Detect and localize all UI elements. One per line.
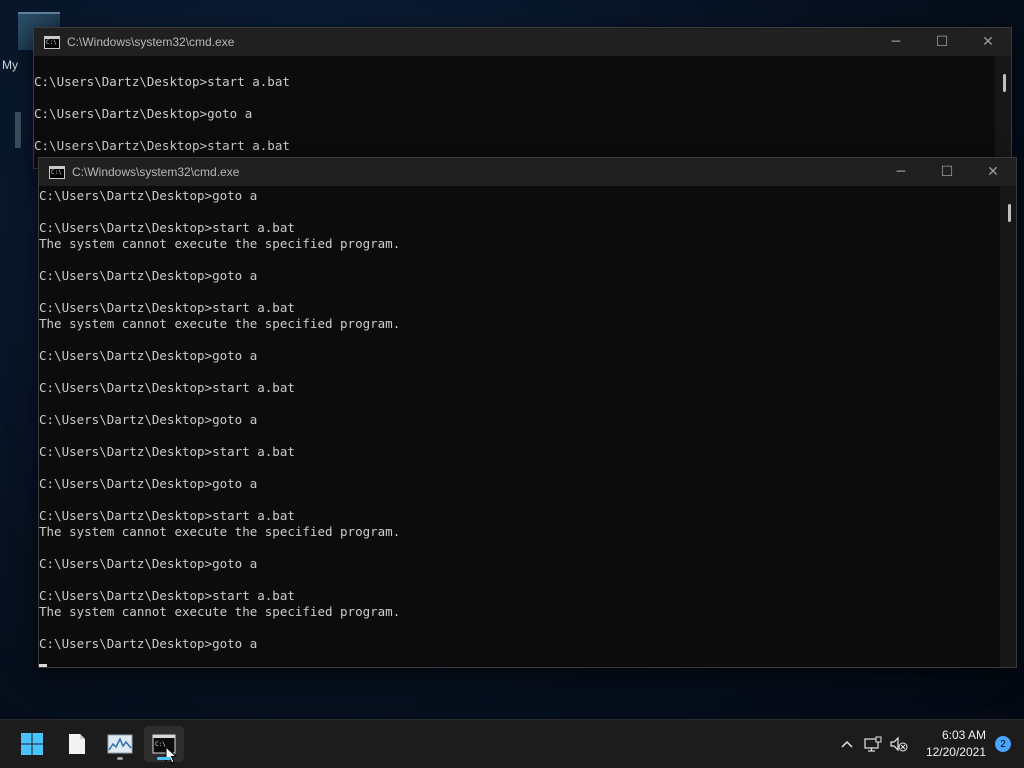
- scrollbar[interactable]: [1000, 186, 1016, 667]
- console-line: C:\Users\Dartz\Desktop>start a.bat: [34, 138, 290, 153]
- mouse-cursor-icon: [165, 746, 177, 764]
- network-icon: [864, 736, 882, 752]
- console-line: The system cannot execute the specified …: [39, 236, 401, 251]
- console-line: C:\Users\Dartz\Desktop>goto a: [39, 348, 258, 363]
- volume-button[interactable]: [886, 720, 912, 768]
- performance-monitor-icon: [107, 734, 133, 754]
- console-line: C:\Users\Dartz\Desktop>goto a: [39, 476, 258, 491]
- scrollbar[interactable]: [995, 56, 1011, 168]
- console-line: C:\Users\Dartz\Desktop>start a.bat: [39, 588, 295, 603]
- chevron-up-icon: [841, 740, 853, 748]
- console-output[interactable]: C:\Users\Dartz\Desktop>goto a C:\Users\Da…: [39, 188, 1000, 667]
- desktop-icon-label[interactable]: My: [2, 58, 18, 72]
- titlebar[interactable]: C:\ C:\Windows\system32\cmd.exe ─ ☐ ✕: [34, 28, 1011, 56]
- window-title: C:\Windows\system32\cmd.exe: [72, 165, 240, 179]
- console-line: C:\Users\Dartz\Desktop>goto a: [39, 412, 258, 427]
- taskbar: C:\ 6:03 AM 12/20/2021 2: [0, 719, 1024, 768]
- clock-time: 6:03 AM: [941, 728, 986, 742]
- console-line: The system cannot execute the specified …: [39, 604, 401, 619]
- console-line: C:\Users\Dartz\Desktop>start a.bat: [39, 444, 295, 459]
- windows-start-icon: [21, 733, 43, 755]
- console-line: The system cannot execute the specified …: [39, 524, 401, 539]
- running-indicator: [117, 757, 123, 760]
- maximize-button[interactable]: ☐: [924, 158, 970, 186]
- titlebar[interactable]: C:\ C:\Windows\system32\cmd.exe ─ ☐ ✕: [39, 158, 1016, 186]
- window-title: C:\Windows\system32\cmd.exe: [67, 35, 235, 49]
- cmd-window-front[interactable]: C:\ C:\Windows\system32\cmd.exe ─ ☐ ✕ C:…: [38, 157, 1017, 668]
- minimize-button[interactable]: ─: [873, 28, 919, 56]
- cmd-app-icon: C:\: [49, 165, 65, 179]
- tray-overflow-button[interactable]: [834, 720, 860, 768]
- desktop-shortcut-icon[interactable]: [15, 112, 21, 148]
- console-line: [39, 652, 1000, 667]
- console-output[interactable]: C:\Users\Dartz\Desktop>start a.bat C:\Use…: [34, 74, 995, 168]
- console-line: C:\Users\Dartz\Desktop>goto a: [39, 188, 258, 203]
- clock-date: 12/20/2021: [925, 745, 986, 759]
- console-line: C:\Users\Dartz\Desktop>start a.bat: [39, 220, 295, 235]
- taskbar-cmd[interactable]: C:\: [144, 726, 184, 764]
- close-button[interactable]: ✕: [965, 28, 1011, 56]
- cmd-app-icon: C:\: [44, 35, 60, 49]
- console-line: C:\Users\Dartz\Desktop>goto a: [39, 556, 258, 571]
- close-button[interactable]: ✕: [970, 158, 1016, 186]
- cmd-window-back[interactable]: C:\ C:\Windows\system32\cmd.exe ─ ☐ ✕ C:…: [33, 27, 1012, 169]
- console-line: C:\Users\Dartz\Desktop>start a.bat: [39, 508, 295, 523]
- network-status-button[interactable]: [860, 720, 886, 768]
- active-indicator: [157, 757, 171, 760]
- maximize-button[interactable]: ☐: [919, 28, 965, 56]
- scrollbar-thumb[interactable]: [1003, 74, 1006, 92]
- console-line: C:\Users\Dartz\Desktop>goto a: [34, 106, 253, 121]
- taskbar-notepad[interactable]: [57, 726, 97, 762]
- notepad-icon: [69, 734, 85, 754]
- console-line: C:\Users\Dartz\Desktop>start a.bat: [39, 300, 295, 315]
- minimize-button[interactable]: ─: [878, 158, 924, 186]
- text-cursor: [39, 664, 47, 667]
- console-line: The system cannot execute the specified …: [39, 316, 401, 331]
- start-button[interactable]: [12, 726, 52, 762]
- console-line: C:\Users\Dartz\Desktop>goto a: [39, 636, 258, 651]
- console-line: C:\Users\Dartz\Desktop>start a.bat: [34, 74, 290, 89]
- taskbar-performance-monitor[interactable]: [100, 726, 140, 762]
- scrollbar-thumb[interactable]: [1008, 204, 1011, 222]
- console-line: C:\Users\Dartz\Desktop>start a.bat: [39, 380, 295, 395]
- volume-muted-icon: [890, 736, 908, 752]
- notification-badge[interactable]: 2: [995, 736, 1011, 752]
- console-line: C:\Users\Dartz\Desktop>goto a: [39, 268, 258, 283]
- clock[interactable]: 6:03 AM 12/20/2021: [926, 727, 986, 761]
